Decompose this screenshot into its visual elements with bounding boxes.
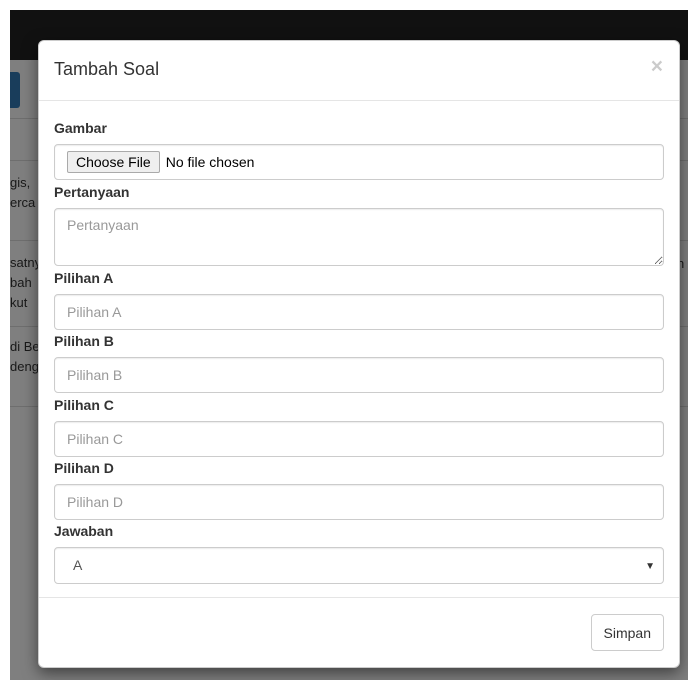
form-group-pilihan-a: Pilihan A (54, 268, 664, 331)
pilihan-b-label: Pilihan B (54, 333, 114, 349)
form-group-gambar: Gambar Choose File No file chosen (54, 118, 664, 182)
form-group-pilihan-b: Pilihan B (54, 331, 664, 395)
pilihan-c-label: Pilihan C (54, 397, 114, 413)
gambar-label: Gambar (54, 120, 107, 136)
chevron-down-icon: ▼ (645, 561, 655, 572)
pertanyaan-textarea[interactable] (54, 208, 664, 266)
jawaban-select[interactable]: A ▼ (54, 547, 664, 584)
form-group-jawaban: Jawaban A ▼ (54, 521, 664, 584)
pilihan-c-input[interactable] (54, 421, 664, 457)
form-group-pilihan-d: Pilihan D (54, 458, 664, 521)
choose-file-button[interactable]: Choose File (67, 151, 160, 173)
jawaban-label: Jawaban (54, 523, 114, 539)
file-status: No file chosen (165, 154, 255, 170)
pilihan-b-input[interactable] (54, 357, 664, 393)
pilihan-d-input[interactable] (54, 484, 664, 520)
modal-title: Tambah Soal (54, 59, 160, 79)
modal-header: Tambah Soal × (39, 41, 679, 101)
form-group-pilihan-c: Pilihan C (54, 395, 664, 458)
pilihan-a-input[interactable] (54, 294, 664, 330)
page-margin (0, 0, 10, 680)
add-question-modal: Tambah Soal × Gambar Choose File No file… (38, 40, 680, 668)
pilihan-d-label: Pilihan D (54, 460, 114, 476)
form-group-pertanyaan: Pertanyaan (54, 182, 664, 268)
close-icon[interactable]: × (651, 56, 663, 77)
pertanyaan-label: Pertanyaan (54, 184, 130, 200)
save-button[interactable]: Simpan (590, 614, 664, 651)
jawaban-selected-value: A (73, 557, 83, 573)
pilihan-a-label: Pilihan A (54, 270, 114, 286)
modal-body: Gambar Choose File No file chosen Pertan… (39, 101, 679, 584)
modal-footer: Simpan (39, 597, 679, 667)
gambar-file-input[interactable]: Choose File No file chosen (54, 144, 664, 180)
